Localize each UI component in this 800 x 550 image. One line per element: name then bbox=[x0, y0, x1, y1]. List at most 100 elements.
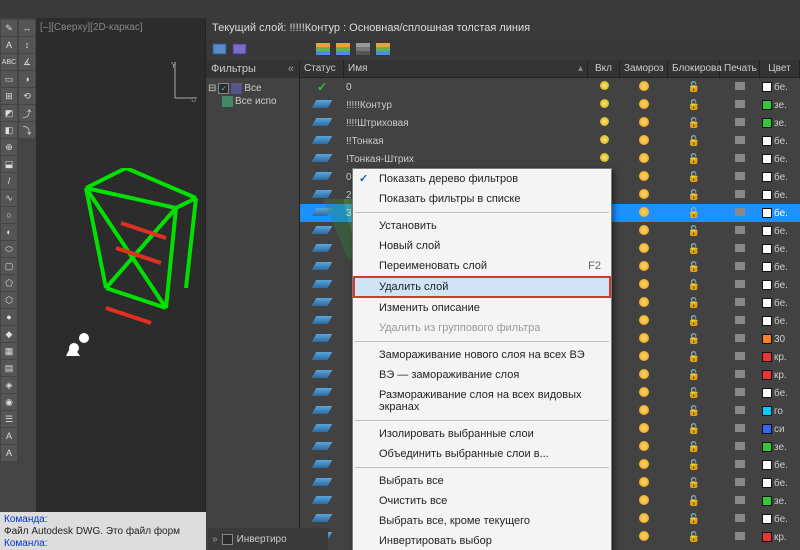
lock-icon[interactable]: 🔓 bbox=[688, 298, 700, 309]
bulb-icon[interactable] bbox=[600, 135, 609, 144]
sun-icon[interactable] bbox=[639, 117, 649, 127]
tool-btn[interactable]: ○ bbox=[1, 207, 17, 223]
lock-icon[interactable]: 🔓 bbox=[688, 118, 700, 129]
menu-item[interactable]: Показать фильтры в списке bbox=[353, 189, 611, 209]
printer-icon[interactable] bbox=[735, 334, 745, 342]
printer-icon[interactable] bbox=[735, 532, 745, 540]
printer-icon[interactable] bbox=[735, 496, 745, 504]
printer-icon[interactable] bbox=[735, 298, 745, 306]
tool-btn[interactable]: ◉ bbox=[1, 394, 17, 410]
menu-item[interactable]: Новый слой bbox=[353, 236, 611, 256]
printer-icon[interactable] bbox=[735, 442, 745, 450]
lock-icon[interactable]: 🔓 bbox=[688, 82, 700, 93]
sun-icon[interactable] bbox=[639, 333, 649, 343]
model-viewport[interactable]: [–][Сверху][2D-каркас] YX bbox=[36, 18, 206, 550]
layer-current-icon[interactable] bbox=[376, 43, 392, 55]
menu-item[interactable]: Замораживание нового слоя на всех ВЭ bbox=[353, 345, 611, 365]
sun-icon[interactable] bbox=[639, 279, 649, 289]
sun-icon[interactable] bbox=[639, 225, 649, 235]
tool-btn[interactable]: ◐ bbox=[1, 224, 17, 240]
printer-icon[interactable] bbox=[735, 118, 745, 126]
layer-new-icon[interactable] bbox=[316, 43, 332, 55]
bulb-icon[interactable] bbox=[600, 153, 609, 162]
tool-btn[interactable]: A bbox=[1, 428, 17, 444]
lock-icon[interactable]: 🔓 bbox=[688, 514, 700, 525]
lock-icon[interactable]: 🔓 bbox=[688, 226, 700, 237]
tool-btn[interactable]: ▢ bbox=[1, 258, 17, 274]
sun-icon[interactable] bbox=[639, 153, 649, 163]
tool-btn[interactable]: ⊞ bbox=[1, 88, 17, 104]
sun-icon[interactable] bbox=[639, 351, 649, 361]
layer-del-icon[interactable] bbox=[356, 43, 372, 55]
lock-icon[interactable]: 🔓 bbox=[688, 334, 700, 345]
lock-icon[interactable]: 🔓 bbox=[688, 262, 700, 273]
invert-checkbox[interactable] bbox=[222, 534, 233, 545]
printer-icon[interactable] bbox=[735, 406, 745, 414]
tool-btn[interactable]: ↕ bbox=[19, 37, 35, 53]
menu-item[interactable]: Удалить слой bbox=[353, 276, 611, 298]
tool-btn[interactable]: ↔ bbox=[19, 20, 35, 36]
sun-icon[interactable] bbox=[639, 477, 649, 487]
viewport-label[interactable]: [–][Сверху][2D-каркас] bbox=[40, 22, 143, 33]
col-lock[interactable]: Блокирова bbox=[668, 60, 720, 77]
lock-icon[interactable]: 🔓 bbox=[688, 442, 700, 453]
lock-icon[interactable]: 🔓 bbox=[688, 496, 700, 507]
printer-icon[interactable] bbox=[735, 100, 745, 108]
sun-icon[interactable] bbox=[639, 369, 649, 379]
tool-btn[interactable]: A bbox=[1, 445, 17, 461]
collapse-icon[interactable]: « bbox=[288, 63, 294, 75]
lock-icon[interactable]: 🔓 bbox=[688, 388, 700, 399]
menu-item[interactable]: Выбрать все, кроме текущего bbox=[353, 511, 611, 531]
lock-icon[interactable]: 🔓 bbox=[688, 100, 700, 111]
toolbar-icon[interactable] bbox=[232, 41, 248, 57]
tool-btn[interactable]: ∿ bbox=[1, 190, 17, 206]
col-status[interactable]: Статус bbox=[300, 60, 344, 77]
menu-item[interactable]: Изолировать выбранные слои bbox=[353, 424, 611, 444]
lock-icon[interactable]: 🔓 bbox=[688, 406, 700, 417]
printer-icon[interactable] bbox=[735, 514, 745, 522]
table-row[interactable]: ✓0🔓бе. bbox=[300, 78, 800, 96]
printer-icon[interactable] bbox=[735, 154, 745, 162]
col-on[interactable]: Вкл bbox=[588, 60, 620, 77]
toolbar-icon[interactable] bbox=[212, 41, 228, 57]
sun-icon[interactable] bbox=[639, 171, 649, 181]
sun-icon[interactable] bbox=[639, 405, 649, 415]
lock-icon[interactable]: 🔓 bbox=[688, 532, 700, 543]
lock-icon[interactable]: 🔓 bbox=[688, 190, 700, 201]
table-row[interactable]: !!!!!Контур🔓зе. bbox=[300, 96, 800, 114]
menu-item[interactable]: Показать дерево фильтров bbox=[353, 169, 611, 189]
printer-icon[interactable] bbox=[735, 316, 745, 324]
lock-icon[interactable]: 🔓 bbox=[688, 172, 700, 183]
col-freeze[interactable]: Замороз bbox=[620, 60, 668, 77]
printer-icon[interactable] bbox=[735, 478, 745, 486]
sun-icon[interactable] bbox=[639, 513, 649, 523]
printer-icon[interactable] bbox=[735, 280, 745, 288]
menu-item[interactable]: Изменить описание bbox=[353, 298, 611, 318]
sun-icon[interactable] bbox=[639, 495, 649, 505]
sun-icon[interactable] bbox=[639, 81, 649, 91]
col-color[interactable]: Цвет bbox=[760, 60, 800, 77]
tool-btn[interactable]: ◑ bbox=[19, 71, 35, 87]
tool-btn[interactable]: ⬭ bbox=[1, 241, 17, 257]
menu-item[interactable]: ВЭ — замораживание слоя bbox=[353, 365, 611, 385]
lock-icon[interactable]: 🔓 bbox=[688, 424, 700, 435]
bulb-icon[interactable] bbox=[600, 117, 609, 126]
lock-icon[interactable]: 🔓 bbox=[688, 478, 700, 489]
tool-btn[interactable]: ⤴ bbox=[19, 105, 35, 121]
menu-item[interactable]: Переименовать слойF2 bbox=[353, 256, 611, 276]
printer-icon[interactable] bbox=[735, 424, 745, 432]
lock-icon[interactable]: 🔓 bbox=[688, 352, 700, 363]
sun-icon[interactable] bbox=[639, 459, 649, 469]
sun-icon[interactable] bbox=[639, 531, 649, 541]
tool-btn[interactable]: ● bbox=[1, 309, 17, 325]
sun-icon[interactable] bbox=[639, 387, 649, 397]
printer-icon[interactable] bbox=[735, 244, 745, 252]
tool-btn[interactable]: ⬡ bbox=[1, 292, 17, 308]
menu-item[interactable]: Установить bbox=[353, 216, 611, 236]
tool-btn[interactable]: ◈ bbox=[1, 377, 17, 393]
layer-states-icon[interactable] bbox=[336, 43, 352, 55]
col-name[interactable]: Имя▴ bbox=[344, 60, 588, 77]
tool-btn[interactable]: ◆ bbox=[1, 326, 17, 342]
menu-item[interactable]: Объединить выбранные слои в... bbox=[353, 444, 611, 464]
lock-icon[interactable]: 🔓 bbox=[688, 460, 700, 471]
